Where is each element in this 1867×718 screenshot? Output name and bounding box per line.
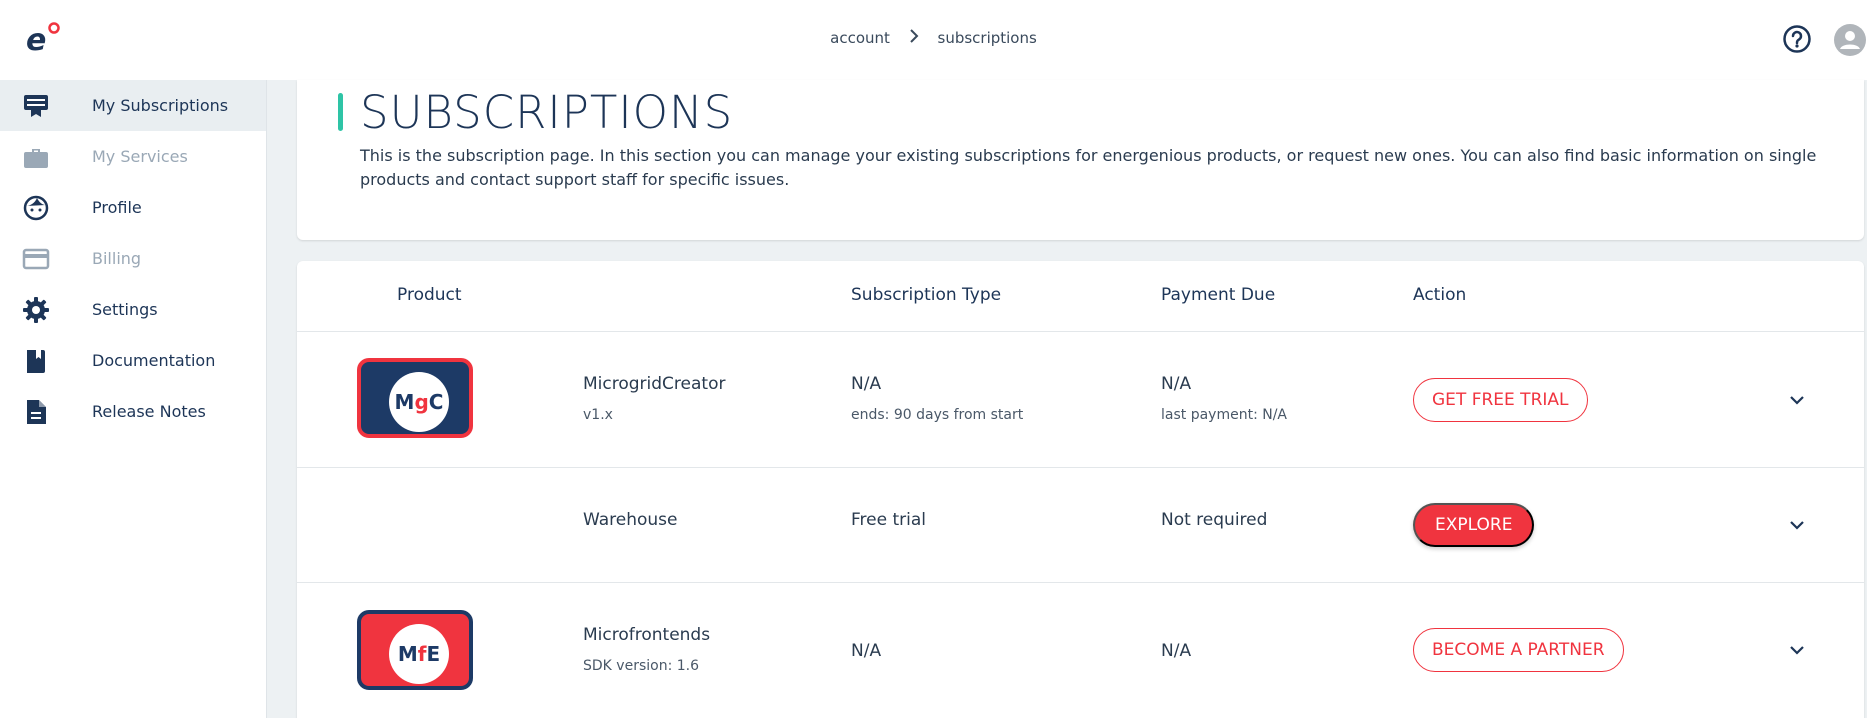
column-header-product: Product: [397, 285, 462, 305]
chevron-down-icon[interactable]: [1787, 640, 1807, 660]
gear-icon: [23, 297, 49, 323]
face-icon: [23, 195, 49, 221]
subscriptions-icon: [24, 95, 48, 117]
table-row: MgC MicrogridCreator v1.x N/A ends: 90 d…: [297, 332, 1864, 468]
chevron-down-icon[interactable]: [1787, 390, 1807, 410]
breadcrumb-account[interactable]: account: [830, 29, 890, 47]
product-name: MicrogridCreator: [583, 374, 726, 394]
sidebar-item-label: My Subscriptions: [92, 96, 229, 115]
payment-due: Not required: [1161, 510, 1268, 530]
sidebar-item-settings[interactable]: Settings: [0, 284, 266, 335]
microfrontends-badge: MfE: [357, 610, 473, 690]
user-avatar-icon[interactable]: [1834, 24, 1866, 56]
credit-card-icon: [22, 248, 50, 270]
sidebar-item-label: Profile: [92, 198, 142, 217]
table-row: Warehouse Free trial Not required EXPLOR…: [297, 468, 1864, 583]
subscription-type: N/A: [851, 374, 882, 394]
badge-circle: MfE: [389, 624, 449, 684]
breadcrumb: account subscriptions: [0, 28, 1867, 47]
breadcrumb-subscriptions[interactable]: subscriptions: [938, 29, 1037, 47]
help-icon[interactable]: [1782, 24, 1812, 54]
get-free-trial-button[interactable]: GET FREE TRIAL: [1413, 378, 1588, 422]
sidebar-item-label: Documentation: [92, 351, 216, 370]
document-icon: [27, 400, 46, 424]
page-description: This is the subscription page. In this s…: [360, 146, 1817, 189]
subscription-type-detail: ends: 90 days from start: [851, 407, 1024, 423]
subscription-type: N/A: [851, 641, 882, 661]
sidebar: My Subscriptions My Services Profile Bil…: [0, 80, 267, 718]
sidebar-item-my-subscriptions[interactable]: My Subscriptions: [0, 80, 266, 131]
sidebar-item-label: My Services: [92, 147, 188, 166]
product-version: SDK version: 1.6: [583, 658, 700, 674]
become-a-partner-button[interactable]: BECOME A PARTNER: [1413, 628, 1624, 672]
book-icon: [27, 350, 45, 373]
sidebar-item-release-notes[interactable]: Release Notes: [0, 386, 266, 437]
page-title: SUBSCRIPTIONS: [360, 86, 734, 139]
column-header-payment-due: Payment Due: [1161, 285, 1276, 305]
sidebar-item-my-services[interactable]: My Services: [0, 131, 266, 182]
subscriptions-table: Product Subscription Type Payment Due Ac…: [297, 261, 1864, 718]
column-header-subscription-type: Subscription Type: [851, 285, 1002, 305]
chevron-down-icon[interactable]: [1787, 515, 1807, 535]
product-version: v1.x: [583, 407, 613, 423]
product-name: Microfrontends: [583, 625, 711, 645]
subscription-type: Free trial: [851, 510, 926, 530]
sidebar-item-label: Settings: [92, 300, 158, 319]
explore-button[interactable]: EXPLORE: [1413, 503, 1535, 547]
chevron-right-icon: [909, 28, 919, 47]
page-header-card: SUBSCRIPTIONS This is the subscription p…: [297, 80, 1864, 240]
payment-due: N/A: [1161, 374, 1192, 394]
top-bar: e account subscriptions: [0, 0, 1867, 80]
payment-due: N/A: [1161, 641, 1192, 661]
payment-detail: last payment: N/A: [1161, 407, 1287, 423]
table-row: MfE Microfrontends SDK version: 1.6 N/A …: [297, 583, 1864, 718]
badge-circle: MgC: [389, 372, 449, 432]
sidebar-item-documentation[interactable]: Documentation: [0, 335, 266, 386]
title-accent-bar: [338, 93, 343, 131]
sidebar-item-label: Release Notes: [92, 402, 206, 421]
sidebar-item-label: Billing: [92, 249, 142, 268]
sidebar-item-profile[interactable]: Profile: [0, 182, 266, 233]
briefcase-icon: [24, 149, 48, 168]
product-name: Warehouse: [583, 510, 678, 530]
microgridcreator-badge: MgC: [357, 358, 473, 438]
sidebar-item-billing[interactable]: Billing: [0, 233, 266, 284]
column-header-action: Action: [1413, 285, 1467, 305]
